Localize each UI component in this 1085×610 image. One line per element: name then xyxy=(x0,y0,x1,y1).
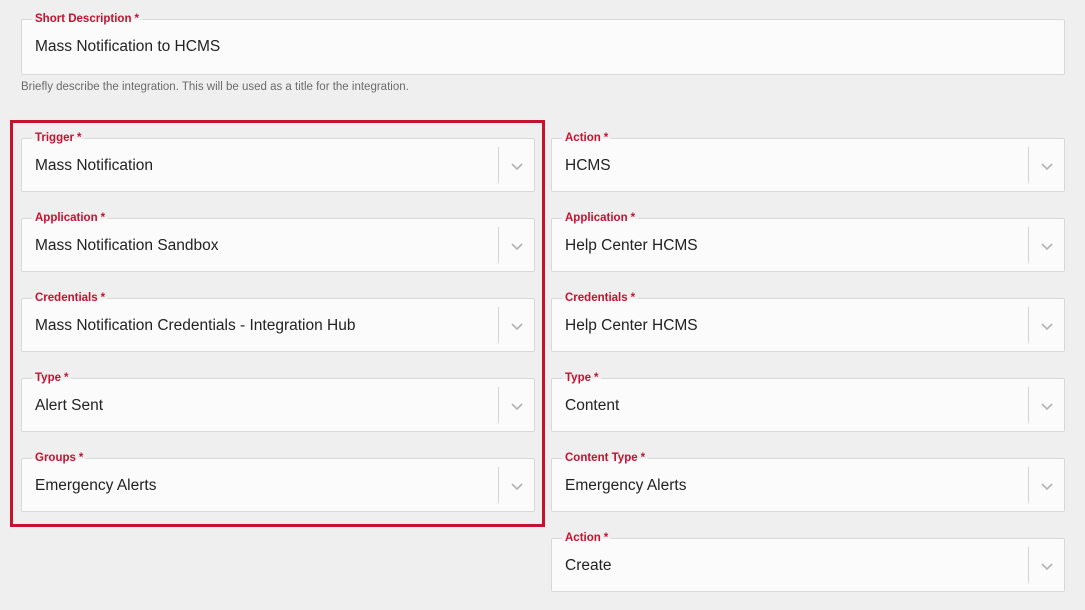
action-credentials-label: Credentials * xyxy=(562,290,639,306)
action-label: Action * xyxy=(562,130,612,146)
select-divider xyxy=(498,227,499,263)
select-divider xyxy=(1028,387,1029,423)
trigger-credentials-value: Mass Notification Credentials - Integrat… xyxy=(35,317,356,334)
select-divider xyxy=(1028,227,1029,263)
action-type-select[interactable]: Type * Content xyxy=(551,370,1065,432)
trigger-application-value: Mass Notification Sandbox xyxy=(35,237,219,254)
select-divider xyxy=(498,387,499,423)
trigger-value: Mass Notification xyxy=(35,157,154,174)
action-application-label: Application * xyxy=(562,210,639,226)
trigger-application-select[interactable]: Application * Mass Notification Sandbox xyxy=(21,210,535,272)
action-credentials-select[interactable]: Credentials * Help Center HCMS xyxy=(551,290,1065,352)
action-select[interactable]: Action * HCMS xyxy=(551,130,1065,192)
trigger-application-label: Application * xyxy=(32,210,109,226)
select-divider xyxy=(1028,467,1029,503)
short-description-field[interactable]: Short Description * Mass Notification to … xyxy=(21,11,1065,75)
chevron-down-icon[interactable] xyxy=(1041,160,1053,172)
content-type-label: Content Type * xyxy=(562,450,649,466)
operation-value: Create xyxy=(565,557,612,574)
trigger-groups-value: Emergency Alerts xyxy=(35,477,157,494)
select-divider xyxy=(1028,147,1029,183)
content-type-value: Emergency Alerts xyxy=(565,477,687,494)
content-type-select[interactable]: Content Type * Emergency Alerts xyxy=(551,450,1065,512)
chevron-down-icon[interactable] xyxy=(1041,480,1053,492)
action-value: HCMS xyxy=(565,157,611,174)
select-divider xyxy=(1028,547,1029,583)
action-type-value: Content xyxy=(565,397,620,414)
chevron-down-icon[interactable] xyxy=(511,320,523,332)
trigger-credentials-select[interactable]: Credentials * Mass Notification Credentia… xyxy=(21,290,535,352)
operation-select[interactable]: Action * Create xyxy=(551,530,1065,592)
action-type-label: Type * xyxy=(562,370,602,386)
short-description-input[interactable]: Mass Notification to HCMS xyxy=(35,38,220,56)
select-divider xyxy=(498,307,499,343)
chevron-down-icon[interactable] xyxy=(1041,240,1053,252)
trigger-credentials-label: Credentials * xyxy=(32,290,109,306)
trigger-type-label: Type * xyxy=(32,370,72,386)
chevron-down-icon[interactable] xyxy=(1041,400,1053,412)
trigger-label: Trigger * xyxy=(32,130,85,146)
chevron-down-icon[interactable] xyxy=(511,400,523,412)
chevron-down-icon[interactable] xyxy=(1041,320,1053,332)
chevron-down-icon[interactable] xyxy=(511,160,523,172)
trigger-type-value: Alert Sent xyxy=(35,397,104,414)
trigger-groups-label: Groups * xyxy=(32,450,87,466)
chevron-down-icon[interactable] xyxy=(1041,560,1053,572)
trigger-groups-select[interactable]: Groups * Emergency Alerts xyxy=(21,450,535,512)
select-divider xyxy=(1028,307,1029,343)
action-application-select[interactable]: Application * Help Center HCMS xyxy=(551,210,1065,272)
trigger-select[interactable]: Trigger * Mass Notification xyxy=(21,130,535,192)
action-application-value: Help Center HCMS xyxy=(565,237,698,254)
operation-label: Action * xyxy=(562,530,612,546)
short-description-label: Short Description * xyxy=(32,11,142,27)
select-divider xyxy=(498,467,499,503)
select-divider xyxy=(498,147,499,183)
short-description-helper: Briefly describe the integration. This w… xyxy=(21,81,409,93)
trigger-type-select[interactable]: Type * Alert Sent xyxy=(21,370,535,432)
chevron-down-icon[interactable] xyxy=(511,480,523,492)
action-credentials-value: Help Center HCMS xyxy=(565,317,698,334)
chevron-down-icon[interactable] xyxy=(511,240,523,252)
